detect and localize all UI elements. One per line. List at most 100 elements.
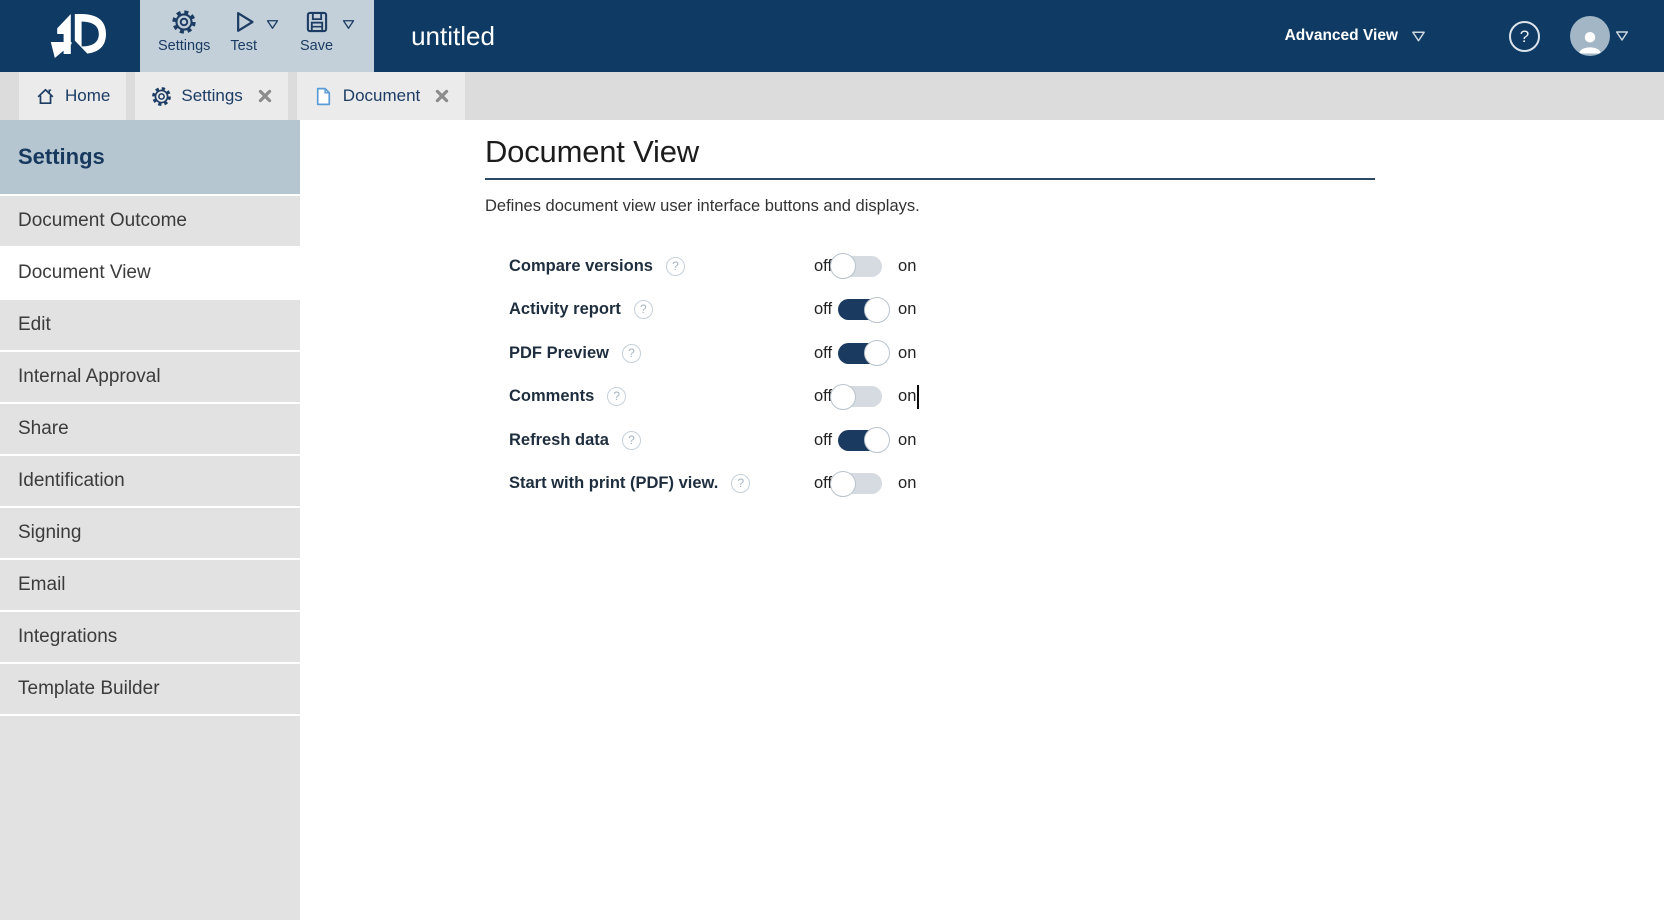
sidebar-header: Settings	[0, 120, 300, 196]
save-icon	[304, 9, 330, 35]
toolbar-button-label: Save	[300, 38, 333, 54]
help-icon[interactable]: ?	[1509, 21, 1540, 52]
on-label: on	[898, 387, 916, 406]
caret-down-icon[interactable]	[341, 17, 356, 37]
toggle-list: Compare versions?offonActivity report?of…	[485, 254, 1664, 496]
view-mode-label: Advanced View	[1285, 27, 1398, 45]
setting-row-refresh-data: Refresh data?offon	[509, 428, 1664, 452]
toggle-switch[interactable]	[838, 299, 882, 320]
setting-label: Comments	[509, 387, 594, 406]
close-icon[interactable]	[435, 89, 449, 103]
app-logo[interactable]	[0, 0, 140, 72]
off-label: off	[814, 344, 832, 363]
toggle-switch[interactable]	[838, 386, 882, 407]
toggle-knob	[864, 340, 890, 366]
setting-row-compare-versions: Compare versions?offon	[509, 254, 1664, 278]
account-chevron-down-icon[interactable]	[1614, 28, 1630, 44]
tab-label: Document	[343, 86, 420, 106]
toggle-knob	[830, 471, 856, 497]
sidebar-item-share[interactable]: Share	[0, 404, 300, 456]
toggle-control: off on	[814, 343, 916, 364]
toolbar-save-button[interactable]: Save	[290, 0, 366, 72]
sidebar-item-document-outcome[interactable]: Document Outcome	[0, 196, 300, 248]
toggle-control: offon	[814, 256, 916, 277]
setting-row-comments: Comments?offon	[509, 385, 1664, 409]
page-description: Defines document view user interface but…	[485, 197, 1664, 216]
help-icon[interactable]: ?	[607, 387, 626, 406]
tab-label: Home	[65, 86, 110, 106]
top-navbar: Settings Test Save untitled Advanced View …	[0, 0, 1664, 72]
toolbar-settings-button[interactable]: Settings	[148, 0, 220, 72]
tab-document[interactable]: Document	[297, 72, 465, 120]
tab-home[interactable]: Home	[19, 72, 126, 120]
setting-label: PDF Preview	[509, 344, 609, 363]
chevron-down-icon	[1410, 28, 1427, 45]
toggle-knob	[830, 253, 856, 279]
setting-row-activity-report: Activity report?offon	[509, 298, 1664, 322]
setting-label-group: Start with print (PDF) view.?	[509, 474, 814, 493]
setting-row-start-with-print-pdf-view: Start with print (PDF) view.?offon	[509, 472, 1664, 496]
sidebar-filler	[0, 716, 300, 920]
on-label: on	[898, 474, 916, 493]
setting-label: Compare versions	[509, 257, 653, 276]
app-body: Settings Document OutcomeDocument ViewEd…	[0, 120, 1664, 920]
document-icon	[313, 86, 334, 107]
sidebar-item-signing[interactable]: Signing	[0, 508, 300, 560]
sidebar-item-edit[interactable]: Edit	[0, 300, 300, 352]
toggle-knob	[864, 297, 890, 323]
on-label: on	[898, 257, 916, 276]
page-title: Document View	[485, 134, 1375, 180]
sidebar-item-email[interactable]: Email	[0, 560, 300, 612]
sidebar-item-document-view[interactable]: Document View	[0, 248, 300, 300]
main-content: Document View Defines document view user…	[300, 120, 1664, 920]
setting-label-group: Comments?	[509, 387, 814, 406]
toggle-switch[interactable]	[838, 430, 882, 451]
help-icon[interactable]: ?	[622, 431, 641, 450]
caret-down-icon[interactable]	[265, 17, 280, 37]
user-icon	[1575, 26, 1605, 56]
sidebar-item-integrations[interactable]: Integrations	[0, 612, 300, 664]
tab-label: Settings	[181, 86, 242, 106]
off-label: off	[814, 300, 832, 319]
toolbar-button-body: Test	[230, 9, 257, 54]
help-icon[interactable]: ?	[731, 474, 750, 493]
toolbar-button-label: Test	[230, 38, 257, 54]
tab-settings[interactable]: Settings	[135, 72, 287, 120]
setting-row-pdf-preview: PDF Preview?offon	[509, 341, 1664, 365]
setting-label-group: PDF Preview?	[509, 344, 814, 363]
toolbar-button-body: Save	[300, 9, 333, 54]
setting-label: Activity report	[509, 300, 621, 319]
toggle-switch[interactable]	[838, 256, 882, 277]
help-icon[interactable]: ?	[634, 300, 653, 319]
help-icon[interactable]: ?	[622, 344, 641, 363]
gear-icon	[151, 86, 172, 107]
sidebar-item-template-builder[interactable]: Template Builder	[0, 664, 300, 716]
user-avatar[interactable]	[1570, 16, 1610, 56]
toggle-control: offon	[814, 473, 916, 494]
on-label: on	[898, 344, 916, 363]
text-cursor	[917, 385, 919, 409]
close-icon[interactable]	[258, 89, 272, 103]
play-icon	[231, 9, 257, 35]
help-icon[interactable]: ?	[666, 257, 685, 276]
settings-sidebar: Settings Document OutcomeDocument ViewEd…	[0, 120, 300, 920]
setting-label-group: Compare versions?	[509, 257, 814, 276]
sidebar-item-identification[interactable]: Identification	[0, 456, 300, 508]
view-mode-dropdown[interactable]: Advanced View	[1285, 27, 1427, 45]
toggle-switch[interactable]	[838, 473, 882, 494]
document-title: untitled	[411, 21, 495, 52]
setting-label-group: Activity report?	[509, 300, 814, 319]
toggle-knob	[864, 427, 890, 453]
toolbar-test-button[interactable]: Test	[220, 0, 290, 72]
navbar-right: Advanced View ?	[1285, 0, 1664, 72]
toggle-control: offon	[814, 299, 916, 320]
off-label: off	[814, 431, 832, 450]
sidebar-item-internal-approval[interactable]: Internal Approval	[0, 352, 300, 404]
toggle-knob	[830, 384, 856, 410]
setting-label: Start with print (PDF) view.	[509, 474, 718, 493]
toggle-control: offon	[814, 385, 919, 409]
gear-icon	[171, 9, 197, 35]
on-label: on	[898, 431, 916, 450]
toolbar-button-label: Settings	[158, 38, 210, 54]
toggle-switch[interactable]	[838, 343, 882, 364]
